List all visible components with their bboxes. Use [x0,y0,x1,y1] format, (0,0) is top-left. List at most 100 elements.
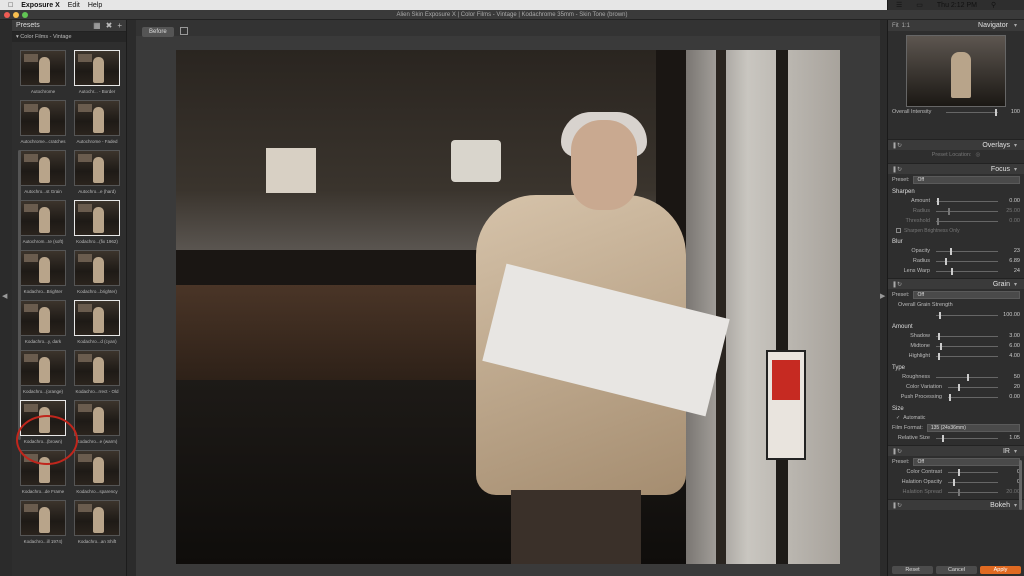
zoom-window-button[interactable] [22,12,28,18]
value[interactable]: 23 [1002,248,1020,254]
preset-thumbnail[interactable] [74,500,120,536]
preset-item[interactable]: Autochrome...cratches [18,100,68,150]
preset-item[interactable]: Kodachro...(orange) [18,350,68,400]
preset-thumbnail[interactable] [74,100,120,136]
focus-preset-select[interactable]: Off [913,175,1020,184]
chevron-down-icon[interactable]: ▾ [1014,502,1017,509]
value[interactable]: 24 [1002,268,1020,274]
checkmark-icon[interactable]: ✓ [896,415,900,421]
slider[interactable] [936,342,998,350]
grain-header[interactable]: ❚↻ Grain ▾ [888,278,1024,289]
film-format-select[interactable]: 135 (24x36mm) [926,423,1020,432]
toggle-icon[interactable]: ❚↻ [892,448,902,455]
chevron-down-icon[interactable]: ▾ [1014,281,1017,288]
preset-item[interactable]: Kodachro...an Shift [72,500,122,550]
overlays-header[interactable]: ❚↻ Overlays ▾ [888,139,1024,150]
value[interactable]: 0.00 [1002,218,1020,224]
focus-header[interactable]: ❚↻ Focus ▾ [888,163,1024,174]
value[interactable]: 0.00 [1002,394,1020,400]
slider-handle[interactable] [942,434,945,442]
preset-thumbnail[interactable] [20,300,66,336]
minimize-window-button[interactable] [13,12,19,18]
chevron-down-icon[interactable]: ▾ [1014,448,1017,455]
preset-item[interactable]: Kodachro...(brown) [18,400,68,450]
preset-thumbnail[interactable] [74,450,120,486]
grain-preset-select[interactable]: Off [913,290,1020,299]
preset-item[interactable]: Kodachro...y, dark [18,300,68,350]
slider-handle[interactable] [938,352,941,360]
grid-view-icon[interactable]: ▦ [93,21,101,30]
slider[interactable] [948,468,998,476]
slider-handle[interactable] [958,468,960,476]
preset-item[interactable]: Autochro...st Grain [18,150,68,200]
close-window-button[interactable] [4,12,10,18]
value[interactable]: 0.00 [1002,198,1020,204]
search-icon[interactable]: ⚲ [991,1,996,9]
slider-handle[interactable] [958,383,960,391]
slider[interactable] [936,352,998,360]
toggle-icon[interactable]: ❚↻ [892,166,902,173]
preset-thumbnail[interactable] [20,450,66,486]
collapse-right-arrow-icon[interactable]: ▶ [880,292,885,300]
apply-button[interactable]: Apply [980,566,1021,574]
preset-thumbnail[interactable] [74,200,120,236]
slider-handle[interactable] [939,342,942,350]
slider-handle[interactable] [953,478,955,486]
ir-header[interactable]: ❚↻ IR ▾ [888,445,1024,456]
preset-thumbnail[interactable] [20,350,66,386]
preset-thumbnail[interactable] [74,250,120,286]
slider[interactable] [948,478,998,486]
bokeh-header[interactable]: ❚↻ Bokeh ▾ [888,499,1024,510]
reset-button[interactable]: Reset [892,566,933,574]
chevron-down-icon[interactable]: ▾ [1014,22,1017,29]
slider[interactable] [936,311,998,319]
preset-thumbnail[interactable] [20,500,66,536]
apple-icon[interactable]:  [8,2,13,9]
preset-thumbnail[interactable] [74,150,120,186]
preset-item[interactable]: Kodachro...rrect - Old [72,350,122,400]
preset-thumbnail[interactable] [20,200,66,236]
preset-category[interactable]: ▾ Color Films - Vintage [12,32,126,42]
chevron-down-icon[interactable]: ▾ [1014,166,1017,173]
split-view-icon[interactable] [180,27,188,35]
value[interactable]: 0 [1002,469,1020,475]
slider[interactable] [936,434,998,442]
battery-icon[interactable]: ▭ [916,1,923,9]
menu-help[interactable]: Help [88,2,102,9]
preset-item[interactable]: Kodachro...(fix 1962) [72,200,122,250]
preset-item[interactable]: Kodachro...ill 1974) [18,500,68,550]
slider-handle[interactable] [958,488,960,496]
toggle-icon[interactable]: ❚↻ [892,502,902,509]
chevron-down-icon[interactable]: ▾ [1014,142,1017,149]
slider-handle[interactable] [950,267,953,275]
slider-handle[interactable] [949,393,951,401]
slider[interactable] [936,373,998,381]
add-preset-icon[interactable]: + [117,21,122,30]
slider[interactable] [948,488,998,496]
slider-handle[interactable] [937,197,940,205]
toggle-icon[interactable]: ❚↻ [892,281,902,288]
slider[interactable] [948,393,998,401]
preset-item[interactable]: Kodachro...e (warm) [72,400,122,450]
value[interactable]: 3.00 [1002,333,1020,339]
value[interactable]: 4.00 [1002,353,1020,359]
slider[interactable] [936,267,998,275]
slider[interactable] [948,383,998,391]
menu-edit[interactable]: Edit [68,2,80,9]
one-to-one-zoom-button[interactable]: 1:1 [902,23,910,29]
collapse-left-arrow-icon[interactable]: ◀ [2,292,7,300]
collapse-view-icon[interactable]: ✖ [106,21,113,30]
slider-handle[interactable] [948,207,951,215]
overall-intensity-value[interactable]: 100 [1002,109,1020,115]
slider-handle[interactable] [937,217,940,225]
slider-handle[interactable] [945,257,948,265]
slider[interactable] [936,217,998,225]
value[interactable]: 1.05 [1002,435,1020,441]
preset-item[interactable]: Kodachro...Brighter [18,250,68,300]
preset-thumbnail[interactable] [74,350,120,386]
preset-thumbnail[interactable] [74,400,120,436]
slider[interactable] [936,207,998,215]
overall-intensity-slider[interactable] [946,108,998,116]
preset-item[interactable]: Kodachro...de Frame [18,450,68,500]
slider-handle[interactable] [937,332,940,340]
